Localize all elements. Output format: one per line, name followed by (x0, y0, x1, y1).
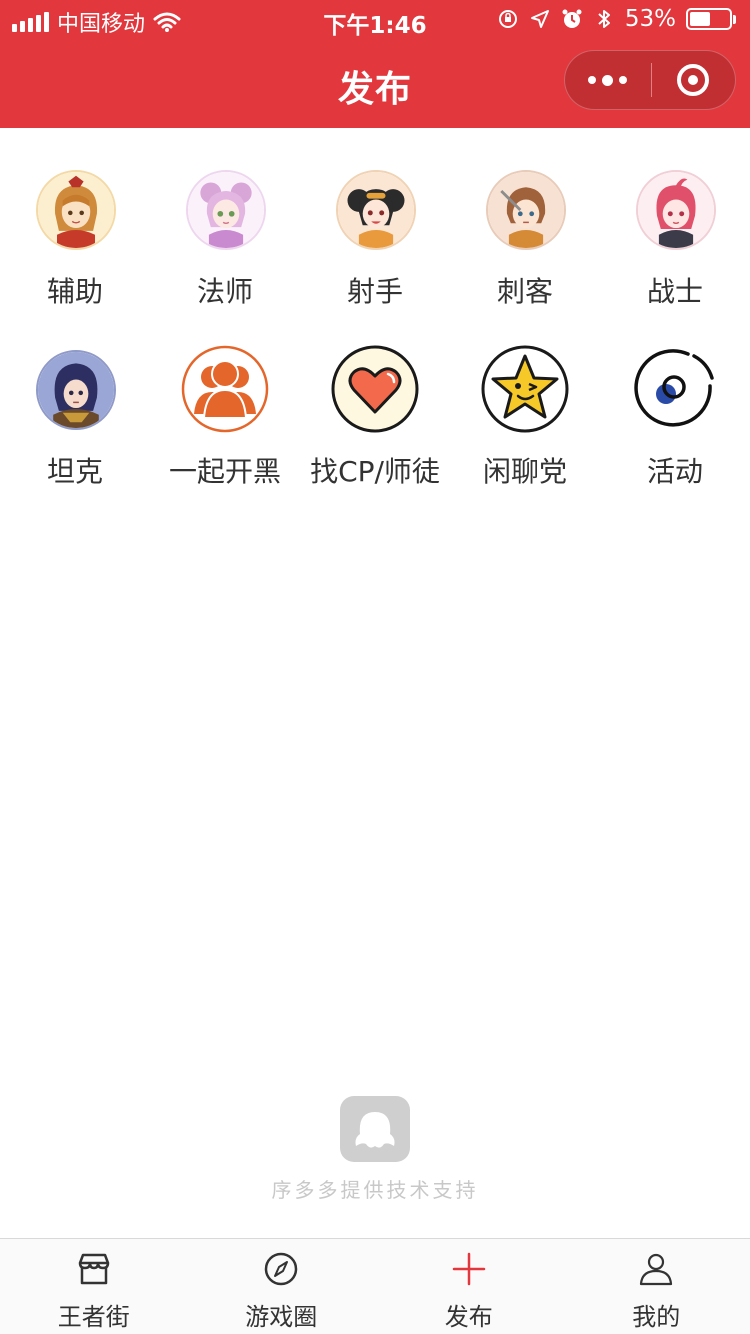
alarm-icon (562, 9, 582, 28)
category-support[interactable]: 辅助 (0, 170, 150, 320)
plus-icon (449, 1249, 489, 1289)
tab-label: 我的 (632, 1303, 681, 1331)
tab-label: 发布 (444, 1303, 493, 1331)
category-mage[interactable]: 法师 (150, 170, 300, 320)
category-label: 坦克 (46, 455, 103, 488)
header: 中国移动 下午1:46 53% 发布 (0, 0, 750, 128)
category-row: 辅助 法师 射手 刺客 战士 (0, 170, 750, 350)
battery-percent: 53% (624, 6, 676, 32)
tab-bar: 王者街 游戏圈 发布 我的 (0, 1238, 750, 1334)
activity-circle-icon (630, 344, 720, 434)
category-label: 活动 (646, 455, 703, 488)
mage-hero-avatar (186, 170, 266, 250)
more-dots-icon[interactable] (565, 50, 651, 110)
bluetooth-icon (598, 10, 610, 28)
support-hero-avatar (36, 170, 116, 250)
category-row: 坦克 一起开黑 找CP/师徒 闲聊党 活动 (0, 344, 750, 530)
tank-hero-avatar (36, 350, 116, 430)
tab-game-circle[interactable]: 游戏圈 (188, 1239, 376, 1334)
location-icon (530, 10, 549, 28)
brand-footer: 序多多提供技术支持 (0, 1096, 750, 1203)
user-icon (636, 1249, 676, 1289)
category-tank[interactable]: 坦克 (0, 350, 150, 500)
category-team-up[interactable]: 一起开黑 (150, 345, 300, 500)
status-bar: 中国移动 下午1:46 53% (0, 0, 750, 40)
category-label: 闲聊党 (482, 455, 567, 488)
shop-icon (74, 1249, 114, 1289)
category-marksman[interactable]: 射手 (300, 170, 450, 320)
orientation-lock-icon (498, 10, 517, 28)
close-target-icon[interactable] (652, 50, 736, 110)
marksman-hero-avatar (336, 170, 416, 250)
assassin-hero-avatar (486, 170, 566, 250)
nav-bar: 发布 (0, 40, 750, 128)
tab-label: 王者街 (57, 1303, 130, 1331)
category-activity[interactable]: 活动 (600, 344, 750, 500)
star-wink-icon (480, 344, 570, 434)
category-assassin[interactable]: 刺客 (450, 170, 600, 320)
warrior-hero-avatar (636, 170, 716, 250)
brand-text: 序多多提供技术支持 (271, 1178, 479, 1202)
octopus-logo-icon (340, 1096, 410, 1162)
category-chat[interactable]: 闲聊党 (450, 345, 600, 500)
category-label: 射手 (346, 275, 403, 308)
category-label: 一起开黑 (168, 455, 281, 488)
battery-icon (686, 8, 736, 30)
category-warrior[interactable]: 战士 (600, 170, 750, 320)
category-label: 战士 (646, 275, 703, 308)
tab-publish[interactable]: 发布 (375, 1239, 563, 1334)
heart-icon (330, 344, 420, 434)
tab-mine[interactable]: 我的 (563, 1239, 750, 1334)
team-people-icon (180, 344, 270, 434)
category-label: 辅助 (46, 275, 103, 308)
compass-icon (261, 1249, 301, 1289)
mini-program-capsule (564, 50, 736, 110)
tab-label: 游戏圈 (245, 1303, 318, 1331)
category-label: 找CP/师徒 (310, 455, 440, 488)
category-label: 刺客 (496, 275, 553, 308)
tab-street[interactable]: 王者街 (0, 1239, 188, 1334)
category-label: 法师 (196, 275, 253, 308)
category-find-cp[interactable]: 找CP/师徒 (300, 345, 450, 500)
